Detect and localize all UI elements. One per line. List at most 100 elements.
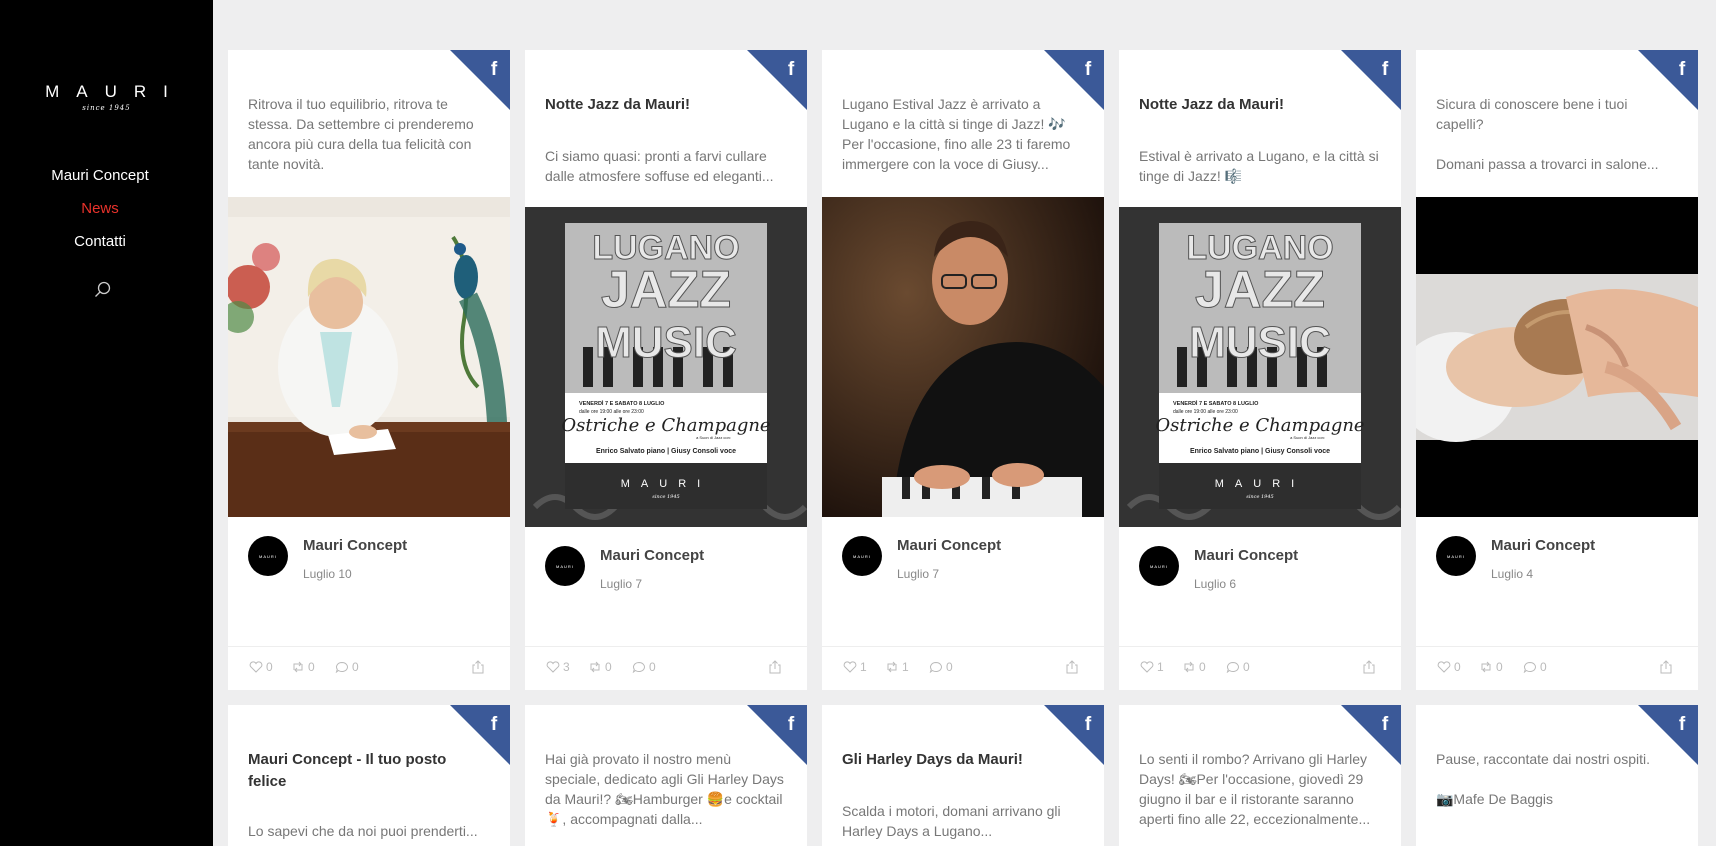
post-excerpt: Estival è arrivato a Lugano, e la città … <box>1139 148 1379 184</box>
post-image[interactable]: LUGANO JAZZ MUSIC VENERDÌ 7 E SABATO 8 L… <box>1119 207 1401 527</box>
author-name[interactable]: Mauri Concept <box>600 546 704 566</box>
post-excerpt: Ritrova il tuo equilibrio, ritrova te st… <box>248 96 474 172</box>
author-name[interactable]: Mauri Concept <box>897 536 1001 556</box>
post-actions: 0 0 0 <box>228 646 510 690</box>
avatar[interactable]: MAURI <box>545 546 585 586</box>
post-image[interactable] <box>822 197 1104 517</box>
poster-performers: Enrico Salvato piano | Giusy Consoli voc… <box>1190 448 1330 455</box>
retweet-button[interactable]: 0 <box>1182 660 1206 674</box>
post-card[interactable]: f Ritrova il tuo equilibrio, ritrova te … <box>228 50 510 690</box>
share-button[interactable] <box>1065 660 1082 674</box>
share-count: 0 <box>308 660 315 674</box>
svg-text:f: f <box>491 59 498 80</box>
post-image[interactable] <box>228 197 510 517</box>
like-button[interactable]: 3 <box>546 660 570 674</box>
comment-count: 0 <box>1243 660 1250 674</box>
poster-headline-2: JAZZ <box>601 261 731 319</box>
post-author[interactable]: MAURI Mauri Concept Luglio 10 <box>248 536 407 581</box>
repost-icon <box>293 661 303 673</box>
post-title[interactable]: Gli Harley Days da Mauri! <box>842 749 1080 771</box>
retweet-button[interactable]: 1 <box>885 660 909 674</box>
share-icon <box>769 660 781 674</box>
post-card[interactable]: f Lugano Estival Jazz è arrivato a Lugan… <box>822 50 1104 690</box>
poster-brand: MAURI <box>1215 478 1305 490</box>
comment-icon <box>1523 661 1536 673</box>
comment-icon <box>632 661 645 673</box>
post-card[interactable]: f Gli Harley Days da Mauri! Scalda i mot… <box>822 705 1104 846</box>
comment-button[interactable]: 0 <box>335 660 359 674</box>
post-author[interactable]: MAURI Mauri Concept Luglio 4 <box>1436 536 1595 581</box>
share-button[interactable] <box>471 660 488 674</box>
post-excerpt: Pause, raccontate dai nostri ospiti. 📷Ma… <box>1436 751 1651 807</box>
author-name[interactable]: Mauri Concept <box>1491 536 1595 556</box>
post-excerpt: Lo senti il rombo? Arrivano gli Harley D… <box>1139 751 1371 827</box>
share-icon <box>1066 660 1078 674</box>
comment-button[interactable]: 0 <box>929 660 953 674</box>
like-button[interactable]: 1 <box>843 660 867 674</box>
comment-icon <box>929 661 942 673</box>
avatar[interactable]: MAURI <box>1139 546 1179 586</box>
post-title[interactable]: Notte Jazz da Mauri! <box>545 94 783 116</box>
post-card[interactable]: f Sicura di conoscere bene i tuoi capell… <box>1416 50 1698 690</box>
retweet-button[interactable]: 0 <box>291 660 315 674</box>
post-actions: 1 0 0 <box>1119 646 1401 690</box>
like-button[interactable]: 1 <box>1140 660 1164 674</box>
retweet-button[interactable]: 0 <box>1479 660 1503 674</box>
avatar[interactable]: MAURI <box>842 536 882 576</box>
author-name[interactable]: Mauri Concept <box>303 536 407 556</box>
post-date: Luglio 7 <box>897 567 940 581</box>
post-image[interactable]: LUGANO JAZZ MUSIC VENERDÌ 7 E SABATO 8 L… <box>525 207 807 527</box>
post-title[interactable]: Mauri Concept - Il tuo posto felice <box>248 749 486 793</box>
retweet-button[interactable]: 0 <box>588 660 612 674</box>
poster-dates: VENERDÌ 7 E SABATO 8 LUGLIO <box>1173 399 1259 407</box>
comment-icon <box>1226 661 1239 673</box>
share-icon <box>1363 660 1375 674</box>
post-date: Luglio 10 <box>303 567 352 581</box>
like-count: 0 <box>1454 660 1461 674</box>
poster-performers: Enrico Salvato piano | Giusy Consoli voc… <box>596 448 736 455</box>
share-button[interactable] <box>1362 660 1379 674</box>
post-author[interactable]: MAURI Mauri Concept Luglio 7 <box>842 536 1001 581</box>
post-actions: 3 0 0 <box>525 646 807 690</box>
share-button[interactable] <box>768 660 785 674</box>
poster-event: Ostriche e Champagne <box>1155 415 1364 436</box>
svg-text:f: f <box>788 714 795 735</box>
avatar[interactable]: MAURI <box>248 536 288 576</box>
repost-icon <box>590 661 600 673</box>
post-title[interactable]: Notte Jazz da Mauri! <box>1139 94 1377 116</box>
comment-count: 0 <box>352 660 359 674</box>
svg-text:f: f <box>1382 59 1389 80</box>
like-button[interactable]: 0 <box>249 660 273 674</box>
post-card[interactable]: f Mauri Concept - Il tuo posto felice Lo… <box>228 705 510 846</box>
poster-brand: MAURI <box>621 478 711 490</box>
share-count: 0 <box>1199 660 1206 674</box>
repost-icon <box>887 661 897 673</box>
svg-text:f: f <box>1679 714 1686 735</box>
post-excerpt: Lo sapevi che da noi puoi prenderti... <box>248 823 478 839</box>
share-button[interactable] <box>1659 660 1676 674</box>
post-card[interactable]: f Hai già provato il nostro menù special… <box>525 705 807 846</box>
post-card[interactable]: f Notte Jazz da Mauri! Ci siamo quasi: p… <box>525 50 807 690</box>
like-count: 0 <box>266 660 273 674</box>
post-card[interactable]: f Notte Jazz da Mauri! Estival è arrivat… <box>1119 50 1401 690</box>
svg-text:f: f <box>491 714 498 735</box>
post-card[interactable]: f Pause, raccontate dai nostri ospiti. 📷… <box>1416 705 1698 846</box>
svg-text:f: f <box>788 59 795 80</box>
comment-button[interactable]: 0 <box>632 660 656 674</box>
post-author[interactable]: MAURI Mauri Concept Luglio 7 <box>545 546 704 591</box>
comment-button[interactable]: 0 <box>1523 660 1547 674</box>
avatar[interactable]: MAURI <box>1436 536 1476 576</box>
comment-button[interactable]: 0 <box>1226 660 1250 674</box>
svg-text:f: f <box>1382 714 1389 735</box>
news-feed: f Ritrova il tuo equilibrio, ritrova te … <box>0 0 1716 846</box>
share-count: 0 <box>605 660 612 674</box>
like-button[interactable]: 0 <box>1437 660 1461 674</box>
like-count: 1 <box>860 660 867 674</box>
comment-count: 0 <box>649 660 656 674</box>
post-author[interactable]: MAURI Mauri Concept Luglio 6 <box>1139 546 1298 591</box>
post-date: Luglio 7 <box>600 577 643 591</box>
comment-icon <box>335 661 348 673</box>
post-image[interactable] <box>1416 197 1698 517</box>
post-card[interactable]: f Lo senti il rombo? Arrivano gli Harley… <box>1119 705 1401 846</box>
author-name[interactable]: Mauri Concept <box>1194 546 1298 566</box>
